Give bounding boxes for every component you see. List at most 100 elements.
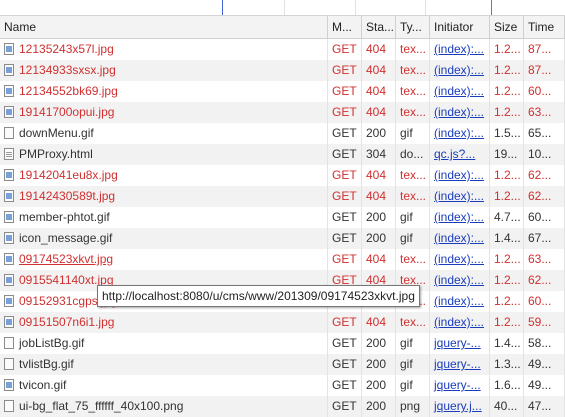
- table-row[interactable]: icon_message.gif GET 200 gif (index):... 1.4.…: [0, 228, 565, 249]
- request-type: tex...: [396, 165, 430, 186]
- request-name[interactable]: 09174523xkvt.jpg: [19, 252, 113, 266]
- table-row[interactable]: 12134933sxsx.jpg GET 404 tex... (index):... 1…: [0, 60, 565, 81]
- request-name-cell[interactable]: 12135243x57l.jpg: [0, 39, 328, 60]
- initiator-link[interactable]: (index):...: [434, 105, 484, 119]
- initiator-link[interactable]: jquery-...: [434, 357, 481, 371]
- request-name[interactable]: jobListBg.gif: [19, 336, 84, 350]
- request-status: 404: [362, 81, 396, 102]
- request-name-cell[interactable]: downMenu.gif: [0, 123, 328, 144]
- column-header-size[interactable]: Size: [490, 16, 524, 38]
- request-time: 63...: [524, 249, 565, 270]
- request-name[interactable]: tvlistBg.gif: [19, 357, 74, 371]
- request-initiator-cell: (index):...: [430, 165, 490, 186]
- request-size: 1.2...: [490, 102, 524, 123]
- table-row[interactable]: tvlistBg.gif GET 200 gif jquery-... 1.3... 49.…: [0, 354, 565, 375]
- request-name[interactable]: 12134933sxsx.jpg: [19, 63, 116, 77]
- request-name-cell[interactable]: 19141700opui.jpg: [0, 102, 328, 123]
- request-name-cell[interactable]: member-phtot.gif: [0, 207, 328, 228]
- initiator-link[interactable]: jquery-...: [434, 336, 481, 350]
- table-row[interactable]: 19141700opui.jpg GET 404 tex... (index):... 1…: [0, 102, 565, 123]
- request-name[interactable]: 09151507n6i1.jpg: [19, 315, 114, 329]
- request-size: 1.2...: [490, 312, 524, 333]
- initiator-link[interactable]: qc.js?...: [434, 147, 475, 161]
- table-row[interactable]: jobListBg.gif GET 200 gif jquery-... 1.4... 58…: [0, 333, 565, 354]
- table-row[interactable]: downMenu.gif GET 200 gif (index):... 1.5... 65…: [0, 123, 565, 144]
- request-name[interactable]: 12135243x57l.jpg: [19, 42, 114, 56]
- timeline-overview[interactable]: [0, 0, 565, 16]
- initiator-link[interactable]: (index):...: [434, 63, 484, 77]
- initiator-link[interactable]: jquery-...: [434, 378, 481, 392]
- request-name[interactable]: ui-bg_flat_75_ffffff_40x100.png: [19, 399, 183, 413]
- column-header-status[interactable]: Sta...: [362, 16, 396, 38]
- request-name-cell[interactable]: tvlistBg.gif: [0, 354, 328, 375]
- table-row[interactable]: member-phtot.gif GET 200 gif (index):... 4.7.…: [0, 207, 565, 228]
- request-name[interactable]: 19142430589t.jpg: [19, 189, 115, 203]
- request-time: 63...: [524, 102, 565, 123]
- request-name[interactable]: downMenu.gif: [19, 126, 94, 140]
- request-size: 1.2...: [490, 270, 524, 291]
- request-name-cell[interactable]: PMProxy.html: [0, 144, 328, 165]
- initiator-link[interactable]: (index):...: [434, 294, 484, 308]
- initiator-link[interactable]: (index):...: [434, 126, 484, 140]
- request-initiator-cell: (index):...: [430, 39, 490, 60]
- table-row[interactable]: 12134552bk69.jpg GET 404 tex... (index):... 1…: [0, 81, 565, 102]
- image-file-icon: [4, 295, 14, 307]
- initiator-link[interactable]: (index):...: [434, 315, 484, 329]
- initiator-link[interactable]: jquery.j...: [434, 399, 482, 413]
- table-row[interactable]: 09174523xkvt.jpg GET 404 tex... (index):... 1…: [0, 249, 565, 270]
- request-time: 62...: [524, 270, 565, 291]
- request-initiator-cell: jquery-...: [430, 375, 490, 396]
- table-row[interactable]: 09151507n6i1.jpg GET 404 tex... (index):... 1…: [0, 312, 565, 333]
- table-row[interactable]: ui-bg_flat_75_ffffff_40x100.png GET 200 png…: [0, 396, 565, 417]
- request-name-cell[interactable]: tvicon.gif: [0, 375, 328, 396]
- initiator-link[interactable]: (index):...: [434, 252, 484, 266]
- initiator-link[interactable]: (index):...: [434, 189, 484, 203]
- request-status: 404: [362, 39, 396, 60]
- request-name-cell[interactable]: 09151507n6i1.jpg: [0, 312, 328, 333]
- request-name-cell[interactable]: 12134552bk69.jpg: [0, 81, 328, 102]
- request-name[interactable]: 19142041eu8x.jpg: [19, 168, 118, 182]
- initiator-link[interactable]: (index):...: [434, 168, 484, 182]
- request-name[interactable]: icon_message.gif: [19, 231, 112, 245]
- initiator-link[interactable]: (index):...: [434, 84, 484, 98]
- initiator-link[interactable]: (index):...: [434, 273, 484, 287]
- request-name-cell[interactable]: ui-bg_flat_75_ffffff_40x100.png: [0, 396, 328, 417]
- timeline-gridline: [284, 0, 285, 15]
- column-header-name[interactable]: Name: [0, 16, 328, 38]
- request-name-cell[interactable]: 09174523xkvt.jpg: [0, 249, 328, 270]
- request-name-cell[interactable]: icon_message.gif: [0, 228, 328, 249]
- document-icon: [4, 148, 14, 160]
- request-name-cell[interactable]: 19142430589t.jpg: [0, 186, 328, 207]
- column-header-method[interactable]: M...: [328, 16, 362, 38]
- request-size: 40...: [490, 396, 524, 417]
- request-name[interactable]: member-phtot.gif: [19, 210, 110, 224]
- table-row[interactable]: tvicon.gif GET 200 gif jquery-... 1.6... 49...: [0, 375, 565, 396]
- request-status: 200: [362, 375, 396, 396]
- request-method: GET: [328, 396, 362, 417]
- request-size: 1.2...: [490, 249, 524, 270]
- initiator-link[interactable]: (index):...: [434, 231, 484, 245]
- column-header-type[interactable]: Ty...: [396, 16, 430, 38]
- request-method: GET: [328, 207, 362, 228]
- request-name[interactable]: 12134552bk69.jpg: [19, 84, 118, 98]
- table-row[interactable]: 12135243x57l.jpg GET 404 tex... (index):... 1…: [0, 39, 565, 60]
- request-initiator-cell: (index):...: [430, 228, 490, 249]
- request-name-cell[interactable]: jobListBg.gif: [0, 333, 328, 354]
- request-name[interactable]: tvicon.gif: [19, 378, 66, 392]
- request-name-cell[interactable]: 12134933sxsx.jpg: [0, 60, 328, 81]
- request-name[interactable]: PMProxy.html: [19, 147, 93, 161]
- initiator-link[interactable]: (index):...: [434, 210, 484, 224]
- request-status: 404: [362, 249, 396, 270]
- request-name[interactable]: 19141700opui.jpg: [19, 105, 114, 119]
- request-method: GET: [328, 228, 362, 249]
- column-header-initiator[interactable]: Initiator: [430, 16, 490, 38]
- request-size: 1.2...: [490, 186, 524, 207]
- table-row[interactable]: 19142430589t.jpg GET 404 tex... (index):... 1…: [0, 186, 565, 207]
- table-row[interactable]: 19142041eu8x.jpg GET 404 tex... (index):... 1…: [0, 165, 565, 186]
- request-name-cell[interactable]: 19142041eu8x.jpg: [0, 165, 328, 186]
- column-header-time[interactable]: Time: [524, 16, 565, 38]
- initiator-link[interactable]: (index):...: [434, 42, 484, 56]
- table-row[interactable]: PMProxy.html GET 304 do... qc.js?... 19... 10.…: [0, 144, 565, 165]
- network-table-header: Name M... Sta... Ty... Initiator Size Ti…: [0, 16, 565, 39]
- request-method: GET: [328, 165, 362, 186]
